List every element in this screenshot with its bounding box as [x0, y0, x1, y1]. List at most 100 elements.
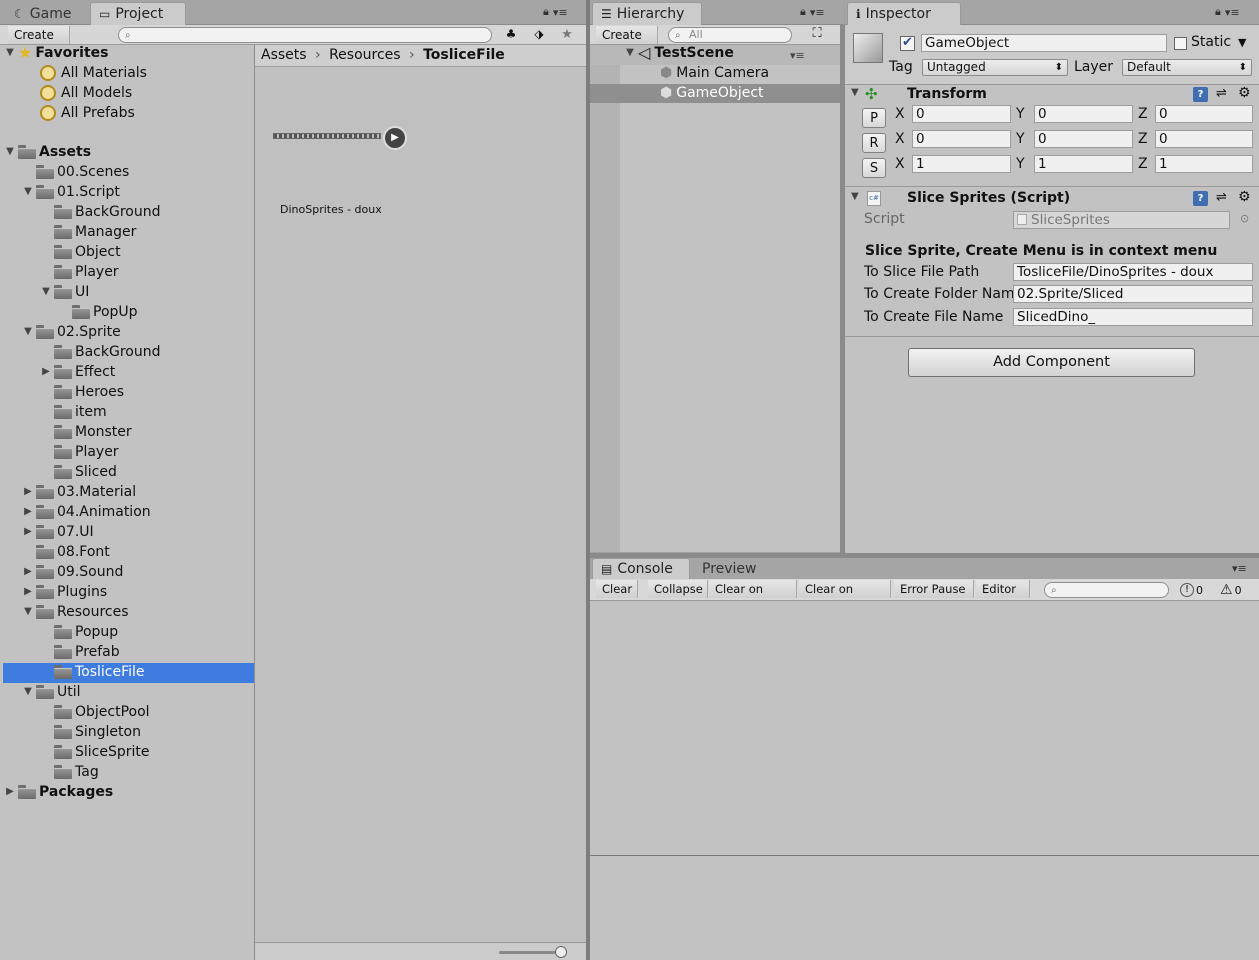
- expand-arrow-icon[interactable]: ▼: [4, 43, 16, 63]
- chevron-down-icon[interactable]: ▼: [1238, 36, 1246, 49]
- console-search-input[interactable]: ⌕: [1044, 582, 1169, 598]
- expand-arrow-icon[interactable]: ▼: [22, 182, 34, 202]
- clear-on-build-button[interactable]: Clear on Build: [799, 580, 891, 614]
- filter-type-icon[interactable]: ♣: [500, 27, 522, 43]
- lock-icon[interactable]: 🔒︎: [800, 5, 806, 19]
- script-component-header[interactable]: ▼ c# Slice Sprites (Script) ? ⇌ ⚙: [845, 189, 1259, 209]
- hierarchy-item[interactable]: ⬢ Main Camera: [660, 63, 769, 83]
- expand-arrow-icon[interactable]: ▼: [4, 142, 16, 162]
- gear-icon[interactable]: ⚙: [1238, 189, 1251, 205]
- tree-item[interactable]: BackGround: [40, 202, 160, 222]
- hierarchy-create-button[interactable]: Create ▾: [596, 26, 658, 60]
- menu-icon[interactable]: ▾≡: [1225, 6, 1240, 19]
- preset-icon[interactable]: ⇌: [1216, 190, 1227, 205]
- zoom-slider-handle[interactable]: [555, 946, 567, 958]
- tree-item[interactable]: ▶ 04.Animation: [22, 502, 151, 522]
- collapse-arrow-icon[interactable]: ▶: [22, 522, 34, 542]
- tag-dropdown[interactable]: Untagged: [922, 59, 1068, 76]
- collapse-arrow-icon[interactable]: ▶: [4, 782, 16, 802]
- transform-header[interactable]: ▼ ✣ Transform ? ⇌ ⚙: [845, 85, 1259, 105]
- lock-icon[interactable]: 🔒︎: [543, 5, 549, 19]
- gameobject-name-field[interactable]: GameObject: [921, 34, 1167, 52]
- scene-menu-icon[interactable]: ▾≡: [790, 49, 805, 62]
- clear-on-play-button[interactable]: Clear on Play: [709, 580, 797, 614]
- expand-arrow-icon[interactable]: ▼: [40, 282, 52, 302]
- hierarchy-search-input[interactable]: ⌕ All: [668, 27, 792, 43]
- scene-row[interactable]: ▼ ◁ TestScene: [624, 43, 734, 63]
- scale-z-field[interactable]: 1: [1155, 155, 1253, 173]
- collapse-arrow-icon[interactable]: ▶: [40, 362, 52, 382]
- tree-item[interactable]: ObjectPool: [40, 702, 150, 722]
- scale-button[interactable]: S: [862, 158, 886, 178]
- clear-button[interactable]: Clear: [596, 580, 638, 598]
- folder-name-field[interactable]: 02.Sprite/Sliced: [1013, 285, 1253, 303]
- tree-item[interactable]: ▶ 07.UI: [22, 522, 94, 542]
- expand-arrow-icon[interactable]: ▼: [851, 87, 859, 98]
- menu-icon[interactable]: ▾≡: [1232, 562, 1247, 575]
- tree-item[interactable]: ▼ 02.Sprite: [22, 322, 121, 342]
- tree-item[interactable]: ▼ UI: [40, 282, 89, 302]
- hierarchy-panel-menu[interactable]: 🔒︎ ▾≡: [800, 5, 825, 19]
- sprite-sheet-thumbnail[interactable]: [273, 133, 381, 139]
- tree-item[interactable]: PopUp: [58, 302, 138, 322]
- tree-item[interactable]: Prefab: [40, 642, 120, 662]
- tree-item[interactable]: Singleton: [40, 722, 141, 742]
- inspector-panel-menu[interactable]: 🔒︎ ▾≡: [1215, 5, 1240, 19]
- preset-icon[interactable]: ⇌: [1216, 86, 1227, 101]
- scale-x-field[interactable]: 1: [912, 155, 1011, 173]
- position-z-field[interactable]: 0: [1155, 105, 1253, 123]
- expand-arrow-icon[interactable]: ▼: [22, 322, 34, 342]
- active-checkbox[interactable]: ✔: [900, 36, 915, 51]
- rotation-y-field[interactable]: 0: [1034, 130, 1133, 148]
- tree-favorite-item[interactable]: All Materials: [40, 63, 147, 83]
- script-object-field[interactable]: SliceSprites: [1013, 211, 1230, 229]
- tree-item-selected[interactable]: ToslicеFile: [40, 662, 145, 682]
- tree-item[interactable]: Sliced: [40, 462, 117, 482]
- lock-icon[interactable]: 🔒︎: [1215, 5, 1221, 19]
- error-count-toggle[interactable]: ! 0: [1180, 582, 1203, 598]
- static-checkbox[interactable]: [1174, 37, 1187, 50]
- tree-item[interactable]: ▶ 03.Material: [22, 482, 136, 502]
- rotation-z-field[interactable]: 0: [1155, 130, 1253, 148]
- tree-item[interactable]: item: [40, 402, 107, 422]
- tab-console[interactable]: ▤ Console: [592, 558, 690, 579]
- tree-item[interactable]: ▶ 09.Sound: [22, 562, 123, 582]
- add-component-button[interactable]: Add Component: [908, 348, 1195, 377]
- tree-item[interactable]: Player: [40, 442, 119, 462]
- menu-icon[interactable]: ▾≡: [553, 6, 568, 19]
- tree-favorites[interactable]: ▼ ★ Favorites: [4, 43, 108, 63]
- tree-item[interactable]: ▼ 01.Script: [22, 182, 120, 202]
- tab-project[interactable]: ▭ Project: [90, 2, 186, 25]
- position-button[interactable]: P: [862, 108, 886, 128]
- asset-label[interactable]: DinoSprites - doux: [280, 203, 382, 216]
- breadcrumb-item-current[interactable]: ToslicеFile: [423, 47, 505, 63]
- console-panel-menu[interactable]: ▾≡: [1232, 562, 1247, 575]
- tree-item[interactable]: ▶ Effect: [40, 362, 115, 382]
- tree-packages[interactable]: ▶ Packages: [4, 782, 113, 802]
- tree-assets[interactable]: ▼ Assets: [4, 142, 91, 162]
- project-panel-menu[interactable]: 🔒︎ ▾≡: [543, 5, 568, 19]
- layer-dropdown[interactable]: Default: [1122, 59, 1252, 76]
- help-icon[interactable]: ?: [1193, 87, 1208, 102]
- play-icon[interactable]: ▶: [383, 126, 407, 150]
- hierarchy-item-selected[interactable]: ⬢ GameObject: [660, 83, 764, 103]
- tree-item[interactable]: 08.Font: [22, 542, 110, 562]
- tree-item[interactable]: ▼ Util: [22, 682, 80, 702]
- expand-arrow-icon[interactable]: ▼: [22, 602, 34, 622]
- collapse-arrow-icon[interactable]: ▶: [22, 582, 34, 602]
- rotation-x-field[interactable]: 0: [912, 130, 1011, 148]
- tab-inspector[interactable]: ℹ Inspector: [847, 2, 961, 25]
- rotation-button[interactable]: R: [862, 133, 886, 153]
- expand-arrow-icon[interactable]: ▼: [851, 191, 859, 202]
- console-log-area[interactable]: [590, 601, 1259, 855]
- tree-item[interactable]: BackGround: [40, 342, 160, 362]
- error-pause-button[interactable]: Error Pause: [894, 580, 974, 598]
- scene-filter-icon[interactable]: ⛶: [804, 26, 830, 44]
- tree-item[interactable]: 00.Scenes: [22, 162, 129, 182]
- position-y-field[interactable]: 0: [1034, 105, 1133, 123]
- breadcrumb-item[interactable]: Assets: [261, 47, 307, 63]
- breadcrumb-item[interactable]: Resources: [329, 47, 401, 63]
- file-name-field[interactable]: SlicedDino_: [1013, 308, 1253, 326]
- expand-arrow-icon[interactable]: ▼: [624, 43, 636, 63]
- tree-favorite-item[interactable]: All Prefabs: [40, 103, 135, 123]
